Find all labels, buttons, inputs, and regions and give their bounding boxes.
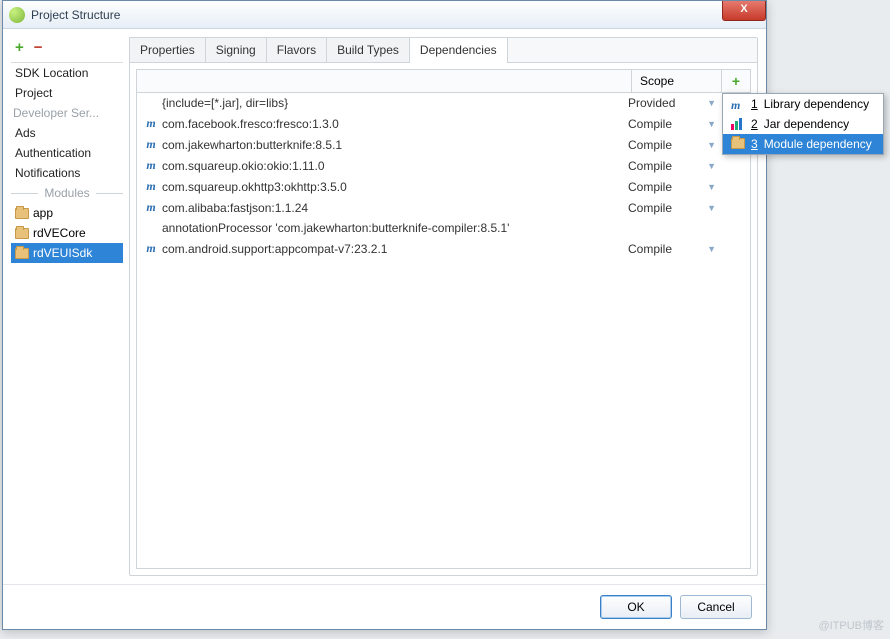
dependency-name: {include=[*.jar], dir=libs} (162, 96, 288, 110)
tab-signing[interactable]: Signing (205, 37, 267, 62)
maven-icon: m (145, 137, 157, 152)
menu-item-label: Jar dependency (764, 117, 849, 131)
maven-icon: m (145, 179, 157, 194)
dependency-name: com.jakewharton:butterknife:8.5.1 (162, 138, 342, 152)
maven-icon: m (145, 158, 157, 173)
table-row[interactable]: m com.android.support:appcompat-v7:23.2.1… (137, 238, 750, 259)
menu-item-module-dependency[interactable]: 3 Module dependency (723, 134, 883, 154)
table-row[interactable]: m com.squareup.okio:okio:1.11.0 Compile▼ (137, 155, 750, 176)
dialog-body: + − SDK Location Project Developer Ser..… (3, 29, 766, 584)
table-row[interactable]: {include=[*.jar], dir=libs} Provided▼ (137, 93, 750, 113)
chevron-down-icon: ▼ (707, 140, 716, 150)
tab-build-types[interactable]: Build Types (326, 37, 410, 62)
folder-icon (15, 248, 29, 259)
dependency-name: annotationProcessor 'com.jakewharton:but… (162, 221, 509, 235)
chevron-down-icon: ▼ (707, 244, 716, 254)
maven-icon: m (145, 116, 157, 131)
titlebar[interactable]: Project Structure X (3, 1, 766, 29)
scope-dropdown[interactable]: Compile▼ (628, 242, 718, 256)
sidebar-list: SDK Location Project Developer Ser... Ad… (11, 62, 123, 576)
sidebar: + − SDK Location Project Developer Ser..… (11, 37, 123, 576)
sidebar-item-authentication[interactable]: Authentication (11, 143, 123, 163)
tab-bar: Properties Signing Flavors Build Types D… (130, 38, 757, 63)
scope-dropdown[interactable]: Compile▼ (628, 201, 718, 215)
sidebar-header-developer-services: Developer Ser... (11, 103, 123, 123)
dependency-name: com.alibaba:fastjson:1.1.24 (162, 201, 308, 215)
scope-dropdown[interactable]: Compile▼ (628, 159, 718, 173)
dependency-name: com.facebook.fresco:fresco:1.3.0 (162, 117, 339, 131)
menu-mnemonic: 3 (751, 137, 758, 151)
menu-mnemonic: 1 (751, 97, 758, 111)
sidebar-module-app[interactable]: app (11, 203, 123, 223)
close-button[interactable]: X (722, 1, 766, 21)
sidebar-toolbar: + − (11, 37, 123, 62)
chevron-down-icon: ▼ (707, 182, 716, 192)
dependency-name: com.squareup.okio:okio:1.11.0 (162, 159, 325, 173)
chevron-down-icon: ▼ (707, 203, 716, 213)
dependencies-table: Scope + {include=[*.jar], dir=libs} Provi… (136, 69, 751, 569)
scope-dropdown[interactable]: Compile▼ (628, 180, 718, 194)
sidebar-item-sdk-location[interactable]: SDK Location (11, 63, 123, 83)
scope-dropdown[interactable]: Provided▼ (628, 96, 718, 110)
sidebar-header-modules: Modules (11, 183, 123, 203)
add-dependency-menu: m1 Library dependency2 Jar dependency3 M… (722, 93, 884, 155)
sidebar-item-ads[interactable]: Ads (11, 123, 123, 143)
chevron-down-icon: ▼ (707, 98, 716, 108)
project-structure-dialog: Project Structure X + − SDK Location Pro… (2, 0, 767, 630)
table-row[interactable]: m com.squareup.okhttp3:okhttp:3.5.0 Compil… (137, 176, 750, 197)
menu-item-library-dependency[interactable]: m1 Library dependency (723, 94, 883, 114)
dependency-name: com.android.support:appcompat-v7:23.2.1 (162, 242, 387, 256)
ok-button[interactable]: OK (600, 595, 672, 619)
dialog-footer: OK Cancel (3, 584, 766, 629)
table-body: {include=[*.jar], dir=libs}Provided▼mcom… (137, 93, 750, 568)
tab-properties[interactable]: Properties (129, 37, 206, 62)
jar-icon (731, 118, 745, 130)
table-row[interactable]: m com.jakewharton:butterknife:8.5.1 Compil… (137, 134, 750, 155)
scope-dropdown[interactable]: Compile▼ (628, 117, 718, 131)
cancel-button[interactable]: Cancel (680, 595, 752, 619)
menu-item-jar-dependency[interactable]: 2 Jar dependency (723, 114, 883, 134)
chevron-down-icon: ▼ (707, 119, 716, 129)
table-header: Scope + (137, 70, 750, 93)
sidebar-module-rdvecore[interactable]: rdVECore (11, 223, 123, 243)
sidebar-item-notifications[interactable]: Notifications (11, 163, 123, 183)
table-row[interactable]: annotationProcessor 'com.jakewharton:but… (137, 218, 750, 238)
sidebar-module-rdveuisdk[interactable]: rdVEUISdk (11, 243, 123, 263)
chevron-down-icon: ▼ (707, 161, 716, 171)
folder-icon (731, 138, 745, 150)
menu-mnemonic: 2 (751, 117, 758, 131)
table-row[interactable]: m com.alibaba:fastjson:1.1.24 Compile▼ (137, 197, 750, 218)
main-panel: Properties Signing Flavors Build Types D… (129, 37, 758, 576)
menu-item-label: Library dependency (764, 97, 869, 111)
maven-icon: m (145, 200, 157, 215)
column-header-name[interactable] (137, 70, 632, 92)
library-icon: m (731, 98, 745, 110)
maven-icon: m (145, 241, 157, 256)
add-module-button[interactable]: + (15, 39, 24, 56)
tab-flavors[interactable]: Flavors (266, 37, 327, 62)
add-dependency-button[interactable]: + (722, 70, 750, 92)
watermark: @ITPUB博客 (818, 617, 884, 633)
remove-module-button[interactable]: − (34, 39, 43, 56)
tab-dependencies[interactable]: Dependencies (409, 37, 508, 62)
app-icon (9, 7, 25, 23)
table-row[interactable]: m com.facebook.fresco:fresco:1.3.0 Compile… (137, 113, 750, 134)
folder-icon (15, 208, 29, 219)
menu-item-label: Module dependency (764, 137, 872, 151)
window-title: Project Structure (31, 8, 120, 22)
dependency-name: com.squareup.okhttp3:okhttp:3.5.0 (162, 180, 347, 194)
scope-dropdown[interactable]: Compile▼ (628, 138, 718, 152)
column-header-scope[interactable]: Scope (632, 70, 722, 92)
folder-icon (15, 228, 29, 239)
grid-container: Scope + {include=[*.jar], dir=libs} Provi… (130, 63, 757, 575)
sidebar-item-project[interactable]: Project (11, 83, 123, 103)
